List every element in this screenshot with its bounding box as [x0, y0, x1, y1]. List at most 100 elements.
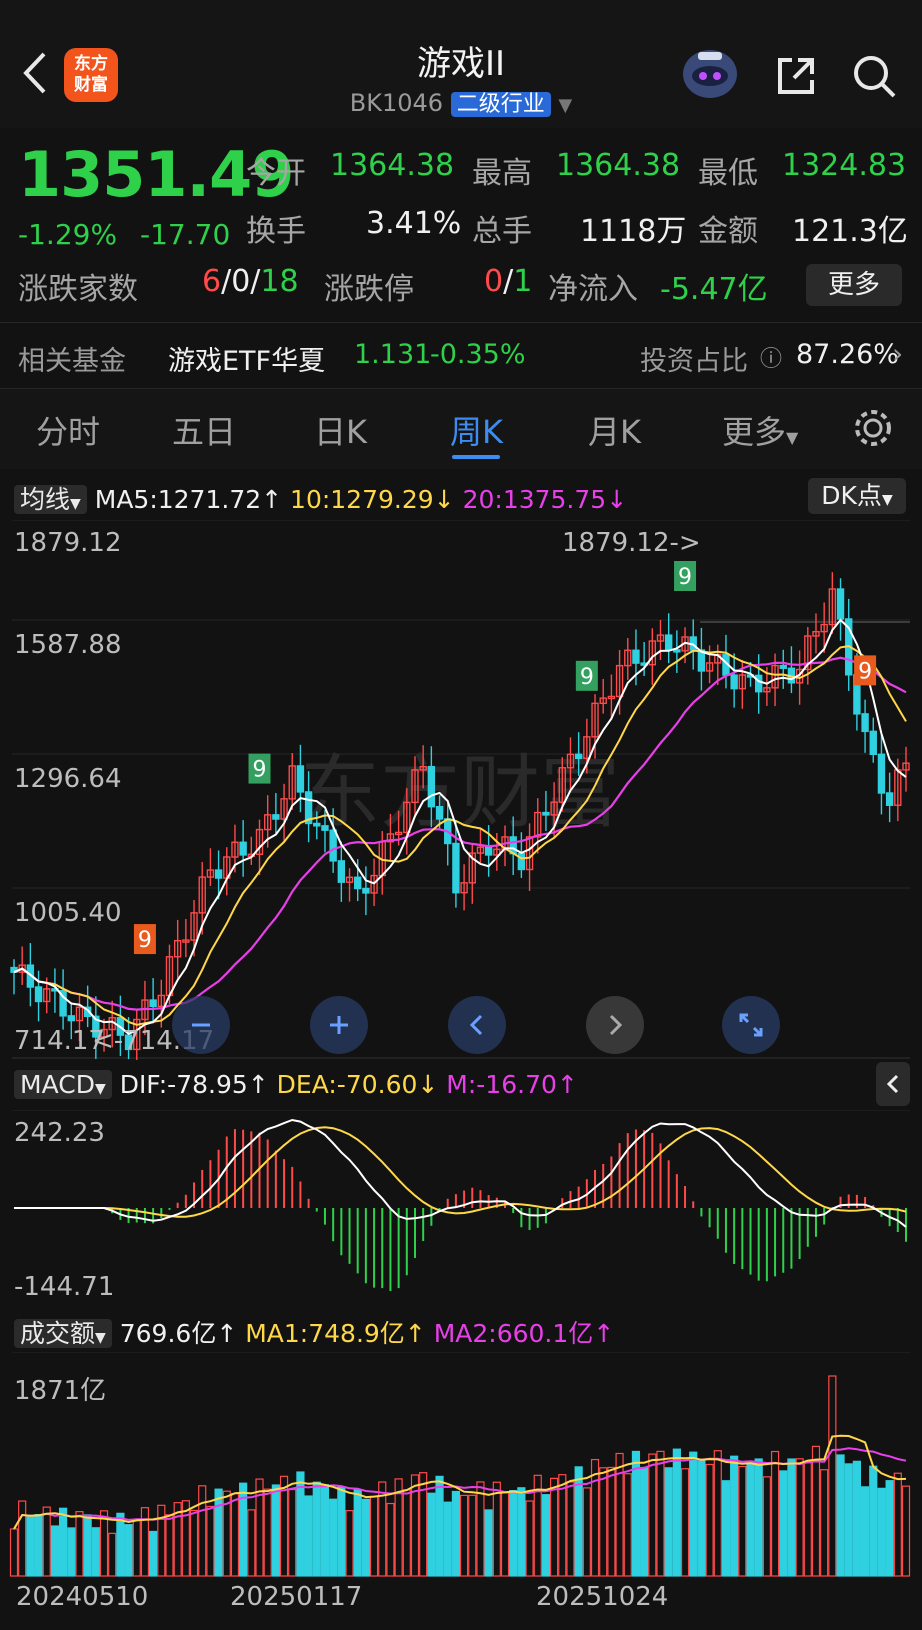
volume-bar: [345, 1510, 354, 1577]
volume-bar: [599, 1467, 608, 1577]
volume-bar: [165, 1514, 174, 1577]
candle-body: [296, 765, 305, 793]
volume-bar: [427, 1492, 436, 1577]
kline-axis-label: 1879.12: [14, 528, 122, 558]
macd-m-value: M:-16.70↑: [446, 1070, 578, 1099]
volume-bar: [476, 1481, 485, 1577]
candle-body: [754, 674, 763, 693]
candle-body: [362, 887, 370, 894]
volume-label: 总手: [472, 214, 532, 249]
volume-bar: [672, 1448, 681, 1577]
volume-bar: [263, 1488, 272, 1577]
candle-body: [877, 753, 886, 794]
volume-bar: [820, 1469, 829, 1577]
macd-chart[interactable]: [0, 1110, 922, 1306]
ai-assistant-robot-icon[interactable]: [680, 46, 740, 102]
change-percent: -1.29%: [18, 218, 118, 251]
scroll-left-button[interactable]: [448, 996, 506, 1054]
candle-body: [779, 664, 787, 669]
dk-point-button[interactable]: DK点▼: [808, 478, 906, 514]
volume-bar: [689, 1451, 698, 1577]
volume-bar: [738, 1465, 747, 1577]
date-label: 20250117: [230, 1582, 363, 1612]
ma20-value: 20:1375.75↓: [462, 485, 628, 514]
change-amount: -17.70: [140, 218, 231, 251]
volume-bar: [623, 1473, 632, 1577]
zoom-in-button[interactable]: [310, 996, 368, 1054]
gear-icon[interactable]: [852, 407, 894, 453]
volume-bar: [492, 1481, 501, 1577]
candle-body: [730, 674, 738, 690]
volume-chart[interactable]: [0, 1352, 922, 1578]
tab-five-day[interactable]: 五日: [172, 407, 236, 453]
macd-dea-line: [14, 1126, 907, 1218]
candle-body: [452, 842, 460, 894]
tab-daily-k[interactable]: 日K: [314, 407, 367, 453]
volume-bar: [140, 1507, 150, 1577]
tab-monthly-k[interactable]: 月K: [588, 407, 641, 453]
volume-ma2-value: MA2:660.1亿↑: [433, 1319, 615, 1348]
ma-selector[interactable]: 均线▼: [14, 485, 87, 514]
candle-body: [337, 860, 346, 883]
volume-bar: [811, 1445, 821, 1577]
volume-bar: [762, 1476, 771, 1577]
volume-bar: [656, 1450, 665, 1577]
candle-body: [67, 1015, 75, 1022]
candle-body: [272, 814, 280, 820]
limit-value: 0/1: [484, 264, 533, 299]
volume-bar: [329, 1498, 338, 1577]
share-icon[interactable]: [772, 52, 820, 100]
volume-bar: [680, 1468, 690, 1577]
volume-bar: [451, 1490, 461, 1577]
weekly-kline-chart[interactable]: 东方财富 9 9 9 9 9: [0, 520, 922, 1060]
volume-bar: [91, 1527, 100, 1577]
candle-body: [542, 811, 550, 816]
macd-dea-value: DEA:-70.60↓: [276, 1070, 439, 1099]
volume-bar: [402, 1489, 411, 1577]
td-mark-label: 9: [138, 928, 152, 953]
investment-ratio-label: 投资占比: [640, 346, 748, 377]
fund-price: 1.131: [354, 339, 432, 370]
chevron-down-icon: ▼: [558, 95, 573, 116]
volume-bar: [582, 1487, 591, 1577]
limit-label: 涨跌停: [324, 272, 414, 307]
macd-axis-label: -144.71: [14, 1272, 115, 1302]
volume-bar: [116, 1512, 125, 1577]
tab-intraday[interactable]: 分时: [36, 407, 100, 453]
tab-weekly-k[interactable]: 周K: [450, 407, 503, 453]
collapse-chevron-icon[interactable]: [876, 1062, 910, 1106]
volume-selector[interactable]: 成交额▼: [14, 1319, 112, 1348]
volume-ma1-value: MA1:748.9亿↑: [245, 1319, 426, 1348]
ma-indicator-row: 均线▼ MA5:1271.72↑ 10:1279.29↓ 20:1375.75↓: [14, 480, 627, 516]
volume-bar: [288, 1488, 297, 1577]
volume-bar: [157, 1504, 166, 1577]
fullscreen-icon[interactable]: [722, 996, 780, 1054]
search-icon[interactable]: [850, 52, 898, 100]
volume-bar: [459, 1494, 469, 1577]
candle-body: [239, 841, 247, 856]
volume-bar: [550, 1477, 559, 1577]
candle-body: [149, 999, 157, 1008]
volume-bar: [721, 1480, 731, 1577]
candle-body: [869, 730, 877, 755]
more-details-button[interactable]: 更多: [806, 264, 902, 306]
zoom-out-button[interactable]: [172, 996, 230, 1054]
related-fund-row[interactable]: 相关基金 游戏ETF华夏 1.131 -0.35% 投资占比 ⓘ 87.26% …: [0, 323, 922, 387]
tab-more[interactable]: 更多▼: [722, 407, 798, 453]
watermark: 东方财富: [300, 746, 620, 839]
volume-bar: [468, 1494, 477, 1577]
volume-bar: [590, 1458, 600, 1577]
help-icon[interactable]: ⓘ: [760, 341, 782, 373]
candle-body: [861, 713, 869, 733]
volume-bar: [198, 1485, 207, 1577]
macd-selector[interactable]: MACD▼: [14, 1070, 112, 1099]
turnover-value: 3.41%: [366, 206, 462, 241]
scroll-right-button[interactable]: [586, 996, 644, 1054]
volume-bar: [26, 1516, 35, 1577]
volume-bar: [189, 1509, 199, 1577]
candle-body: [313, 822, 321, 827]
td-mark-label: 9: [580, 665, 594, 690]
volume-bar: [836, 1454, 845, 1577]
td-mark-label: 9: [858, 659, 872, 684]
volume-indicator-row: 成交额▼ 769.6亿↑ MA1:748.9亿↑ MA2:660.1亿↑: [14, 1314, 614, 1350]
